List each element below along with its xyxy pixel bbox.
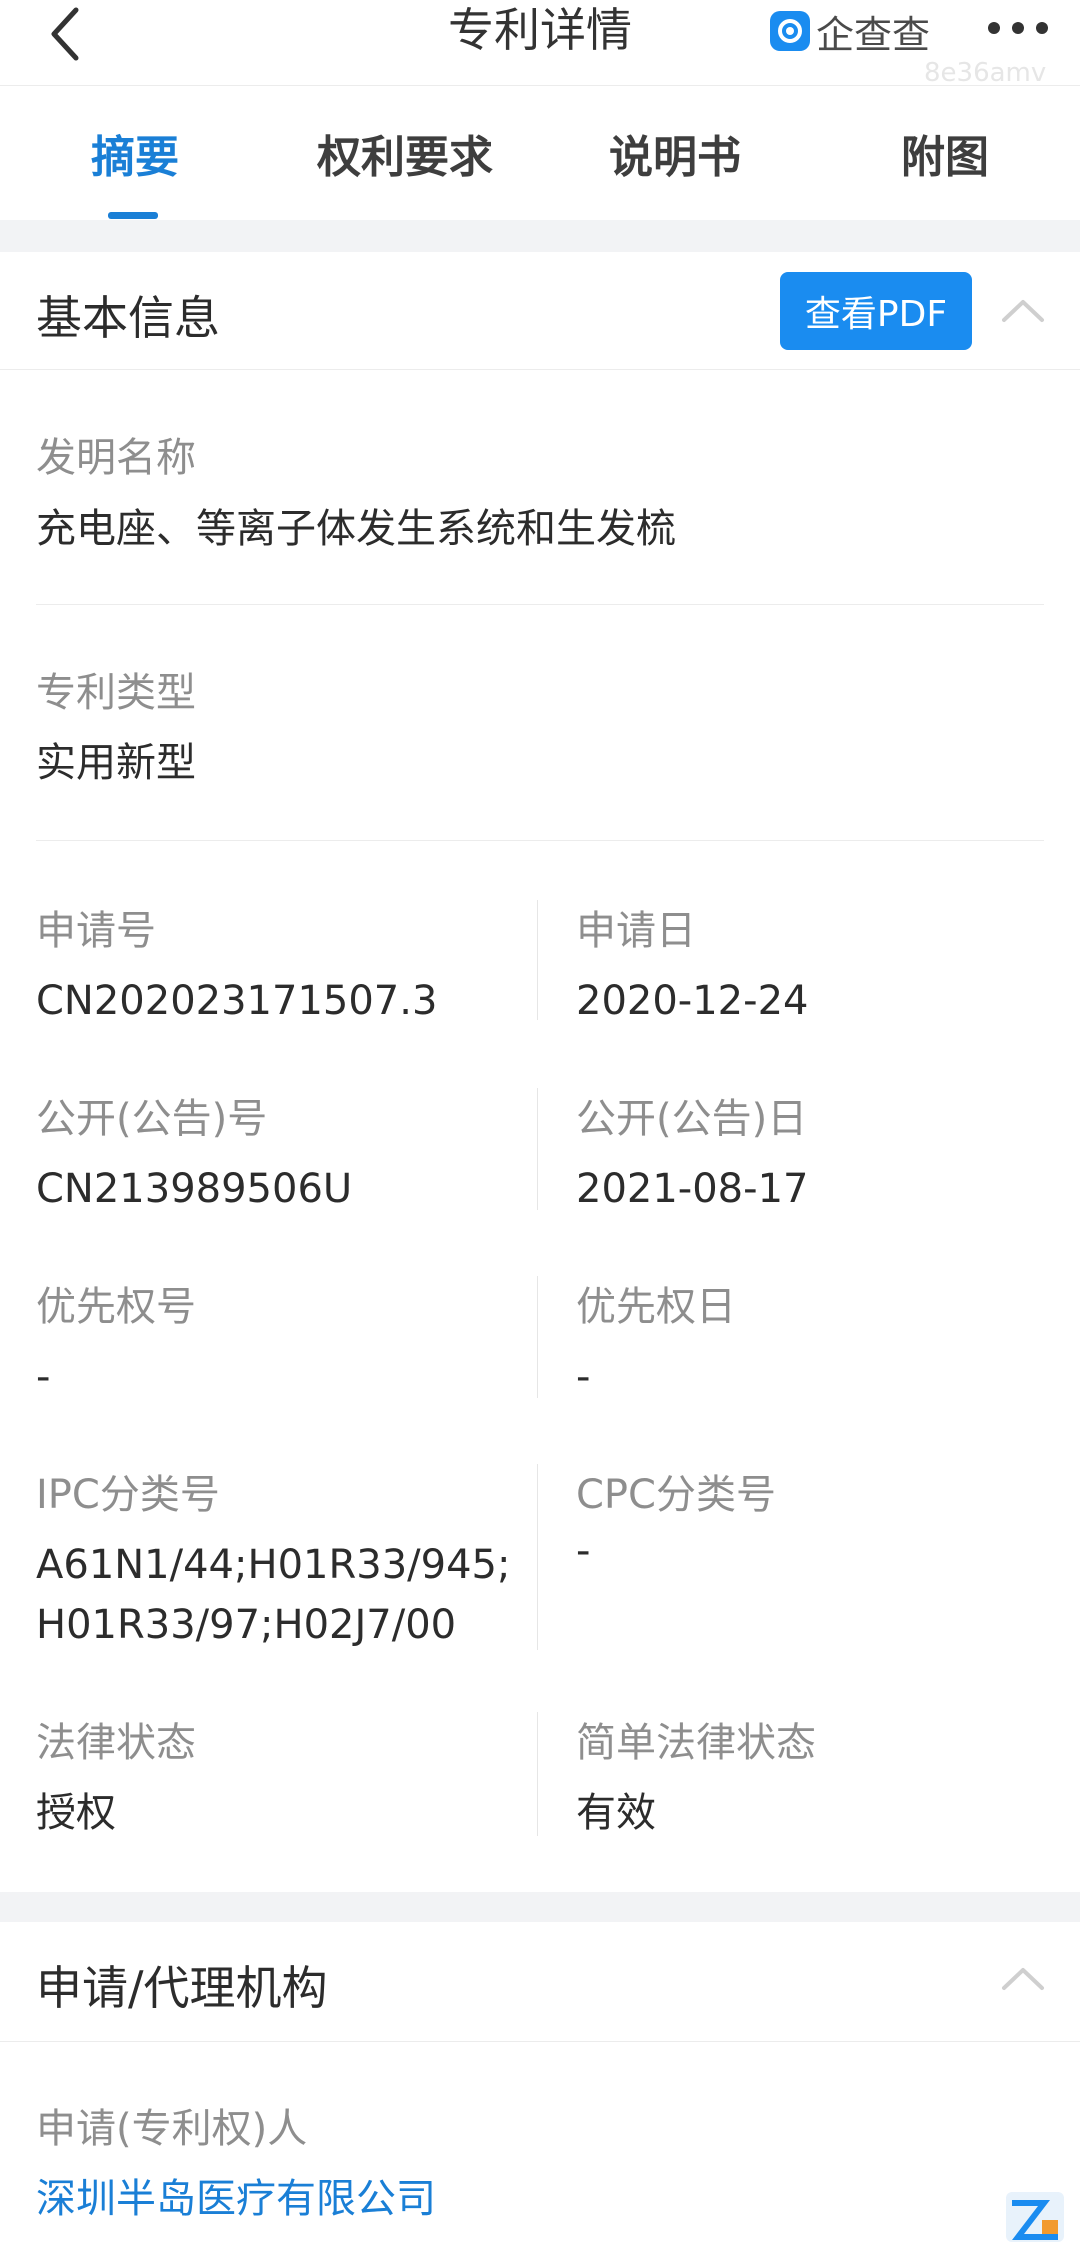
top-nav-bar: 专利详情 企查查 8e36amv [0, 0, 1080, 88]
priority-date-value: - [576, 1354, 591, 1400]
active-tab-indicator [108, 212, 158, 219]
corner-logo-icon [1006, 2192, 1064, 2242]
application-date-label: 申请日 [576, 908, 696, 954]
legal-status-label: 法律状态 [36, 1720, 196, 1766]
ipc-value-line1: A61N1/44;H01R33/945; [36, 1542, 511, 1588]
tab-figures[interactable]: 附图 [860, 86, 1030, 220]
invention-name-label: 发明名称 [36, 435, 196, 481]
patent-type-value: 实用新型 [36, 740, 196, 786]
brand: 企查查 [770, 8, 930, 57]
section-title: 基本信息 [36, 291, 220, 345]
patent-type-label: 专利类型 [36, 670, 196, 716]
ipc-label: IPC分类号 [36, 1472, 220, 1518]
section-gap [0, 1892, 1080, 1922]
more-dots-icon [988, 22, 1048, 34]
agency-header: 申请/代理机构 [0, 1922, 1080, 2042]
chevron-up-icon[interactable] [1000, 1956, 1046, 2002]
watermark-text: 8e36amv [924, 58, 1047, 88]
invention-name-value: 充电座、等离子体发生系统和生发梳 [36, 506, 676, 552]
simple-legal-status-value: 有效 [576, 1790, 656, 1836]
divider [36, 604, 1044, 605]
applicant-label: 申请(专利权)人 [36, 2106, 308, 2152]
brand-name: 企查查 [816, 12, 931, 57]
patent-detail-screen: 专利详情 企查查 8e36amv 摘要 权利要求 说明书 附图 基本信息 查看P… [0, 0, 1080, 2260]
column-divider [537, 1088, 538, 1210]
column-divider [537, 1712, 538, 1836]
priority-no-value: - [36, 1354, 51, 1400]
column-divider [537, 900, 538, 1020]
basic-info-header: 基本信息 查看PDF [0, 252, 1080, 370]
section-gap [0, 220, 1080, 252]
section-title: 申请/代理机构 [36, 1961, 328, 2015]
publication-no-value: CN213989506U [36, 1166, 353, 1212]
application-no-value: CN202023171507.3 [36, 978, 438, 1024]
tab-bar: 摘要 权利要求 说明书 附图 [0, 86, 1080, 220]
applicant-link[interactable]: 深圳半岛医疗有限公司 [36, 2170, 436, 2228]
ipc-value-line2: H01R33/97;H02J7/00 [36, 1602, 457, 1648]
tab-abstract[interactable]: 摘要 [40, 86, 230, 220]
publication-date-value: 2021-08-17 [576, 1166, 809, 1212]
column-divider [537, 1276, 538, 1398]
tab-claims[interactable]: 权利要求 [300, 86, 510, 220]
more-button[interactable] [978, 8, 1058, 48]
application-no-label: 申请号 [36, 908, 156, 954]
tab-description[interactable]: 说明书 [585, 86, 765, 220]
priority-date-label: 优先权日 [576, 1284, 736, 1330]
legal-status-value: 授权 [36, 1790, 116, 1836]
publication-no-label: 公开(公告)号 [36, 1096, 268, 1142]
chevron-up-icon[interactable] [1000, 288, 1046, 334]
cpc-value: - [576, 1528, 591, 1574]
priority-no-label: 优先权号 [36, 1284, 196, 1330]
application-date-value: 2020-12-24 [576, 978, 809, 1024]
view-pdf-button[interactable]: 查看PDF [780, 272, 972, 350]
simple-legal-status-label: 简单法律状态 [576, 1720, 816, 1766]
brand-logo-icon [770, 11, 810, 51]
divider [36, 840, 1044, 841]
column-divider [537, 1464, 538, 1650]
cpc-label: CPC分类号 [576, 1472, 776, 1518]
publication-date-label: 公开(公告)日 [576, 1096, 808, 1142]
